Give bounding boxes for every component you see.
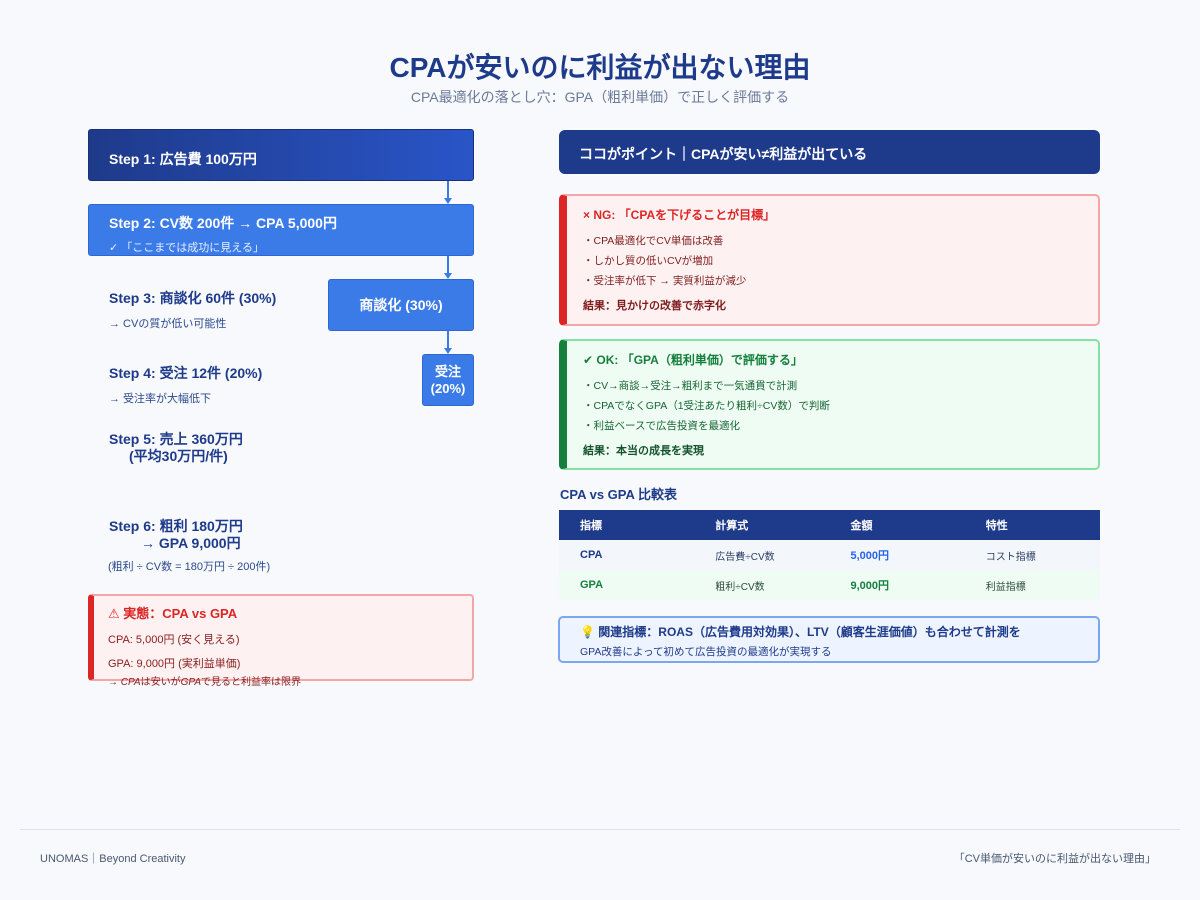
table-cell: 9,000円 xyxy=(850,580,890,592)
footer-caption: 「CV単価が安いのに利益が出ない理由」 xyxy=(953,853,1156,865)
table-cell: CPA xyxy=(580,549,603,561)
step6-text: Step 6: 粗利 180万円 → GPA 9,000円 (粗利 ÷ CV数 … xyxy=(108,518,271,574)
related-metrics-box: 💡 関連指標：ROAS（広告費用対効果）、LTV（顧客生涯価値）も合わせて計測を… xyxy=(558,616,1100,663)
reality-gpa-line: GPA: 9,000円 (実利益単価) xyxy=(108,658,241,670)
reality-note-suffix: で見ると利益率は限界 xyxy=(201,677,301,688)
reality-box: ⚠ 実態：CPA vs GPA CPA: 5,000円 (安く見える) GPA:… xyxy=(88,594,474,688)
table-header-cell: 金額 xyxy=(850,520,873,532)
reality-note-mid: は安いが xyxy=(140,677,181,688)
step6-gpa: → GPA 9,000円 xyxy=(141,535,241,551)
ok-item: ・CV→商談→受注→粗利まで一気通貫で計測 xyxy=(583,380,798,392)
step5-average: (平均30万円/件) xyxy=(129,448,228,464)
step6-title: Step 6: 粗利 180万円 xyxy=(109,518,243,534)
page-title: CPAが安いのに利益が出ない理由 xyxy=(389,52,811,83)
reality-note: → CPAは安いがGPAで見ると利益率は限界 xyxy=(108,673,458,688)
related-text: GPA改善によって初めて広告投資の最適化が実現する xyxy=(580,646,832,658)
footer-brand: UNOMAS｜Beyond Creativity xyxy=(40,853,186,865)
reality-cpa-line: CPA: 5,000円 (安く見える) xyxy=(108,634,240,646)
ng-item: ・しかし質の低いCVが増加 xyxy=(583,255,714,267)
step3-title: Step 3: 商談化 60件 (30%) xyxy=(109,290,277,306)
ng-item: ・受注率が低下 → 実質利益が減少 xyxy=(583,275,747,287)
connector-3 xyxy=(447,331,449,348)
table-cell: コスト指標 xyxy=(985,551,1036,563)
point-bar: ココがポイント｜CPAが安い≠利益が出ている xyxy=(559,130,1100,174)
step2-title: Step 2: CV数 200件 → CPA 5,000円 xyxy=(109,215,337,231)
ok-result: 結果：本当の成長を実現 xyxy=(583,445,704,457)
table-header-row: 指標 計算式 金額 特性 xyxy=(559,510,1100,540)
table-row: CPA 広告費÷CV数 5,000円 コスト指標 xyxy=(559,540,1100,570)
ng-item: ・CPA最適化でCV単価は改善 xyxy=(583,235,724,247)
step3-text: Step 3: 商談化 60件 (30%) → CVの質が低い可能性 xyxy=(109,290,276,331)
table-header-cell: 指標 xyxy=(580,520,602,532)
step5-text: Step 5: 売上 360万円 (平均30万円/件) xyxy=(109,431,243,465)
step1-box: Step 1: 広告費 100万円 xyxy=(88,129,474,181)
table-cell: 5,000円 xyxy=(850,550,890,562)
connector-1 xyxy=(447,181,449,198)
table-header-cell: 計算式 xyxy=(715,520,749,532)
ok-card: ✔ OK: 「GPA（粗利単価）で評価する」 ・CV→商談→受注→粗利まで一気通… xyxy=(559,339,1100,470)
connector-2 xyxy=(447,256,449,273)
reality-note-gpa: GPA xyxy=(180,677,201,688)
table-cell: 粗利÷CV数 xyxy=(715,581,765,593)
shodan-box: 商談化 (30%) xyxy=(328,279,474,331)
table-cell: GPA xyxy=(580,579,604,591)
table-header-cell: 特性 xyxy=(985,520,1008,532)
ok-item: ・CPAでなくGPA（1受注あたり粗利÷CV数）で判断 xyxy=(583,400,830,412)
juchu-box-label: 受注 xyxy=(434,364,461,379)
comparison-table: 指標 計算式 金額 特性 CPA 広告費÷CV数 5,000円 コスト指標 GP… xyxy=(559,510,1100,600)
juchu-box: 受注 (20%) xyxy=(422,354,474,406)
reality-note-cpa: CPA xyxy=(120,677,141,688)
page-subtitle: CPA最適化の落とし穴：GPA（粗利単価）で正しく評価する xyxy=(410,89,790,105)
table-row: GPA 粗利÷CV数 9,000円 利益指標 xyxy=(559,570,1100,600)
ng-card: × NG: 「CPAを下げることが目標」 ・CPA最適化でCV単価は改善 ・しか… xyxy=(559,194,1100,326)
step4-text: Step 4: 受注 12件 (20%) → 受注率が大幅低下 xyxy=(109,365,262,406)
step3-note: → CVの質が低い可能性 xyxy=(109,318,227,330)
reality-note-prefix: → xyxy=(108,677,121,688)
step4-title: Step 4: 受注 12件 (20%) xyxy=(109,365,263,381)
table-cell: 広告費÷CV数 xyxy=(715,551,775,563)
step6-note: (粗利 ÷ CV数 = 180万円 ÷ 200件) xyxy=(108,561,271,573)
table-cell: 利益指標 xyxy=(985,581,1026,593)
related-heading: 💡 関連指標：ROAS（広告費用対効果）、LTV（顧客生涯価値）も合わせて計測を xyxy=(580,625,1021,639)
juchu-box-rate: (20%) xyxy=(430,381,466,396)
footer-divider xyxy=(20,829,1180,830)
step2-note: ✓ 「ここまでは成功に見える」 xyxy=(109,242,264,254)
step5-title: Step 5: 売上 360万円 xyxy=(109,431,243,447)
table-title: CPA vs GPA 比較表 xyxy=(560,487,678,502)
ng-heading: × NG: 「CPAを下げることが目標」 xyxy=(583,208,776,222)
step4-note: → 受注率が大幅低下 xyxy=(109,393,212,405)
ok-item: ・利益ベースで広告投資を最適化 xyxy=(583,420,740,432)
step2-box: Step 2: CV数 200件 → CPA 5,000円 ✓ 「ここまでは成功… xyxy=(88,204,474,256)
reality-heading: ⚠ 実態：CPA vs GPA xyxy=(108,606,238,621)
ng-result: 結果：見かけの改善で赤字化 xyxy=(583,300,726,312)
ok-heading: ✔ OK: 「GPA（粗利単価）で評価する」 xyxy=(583,353,803,367)
